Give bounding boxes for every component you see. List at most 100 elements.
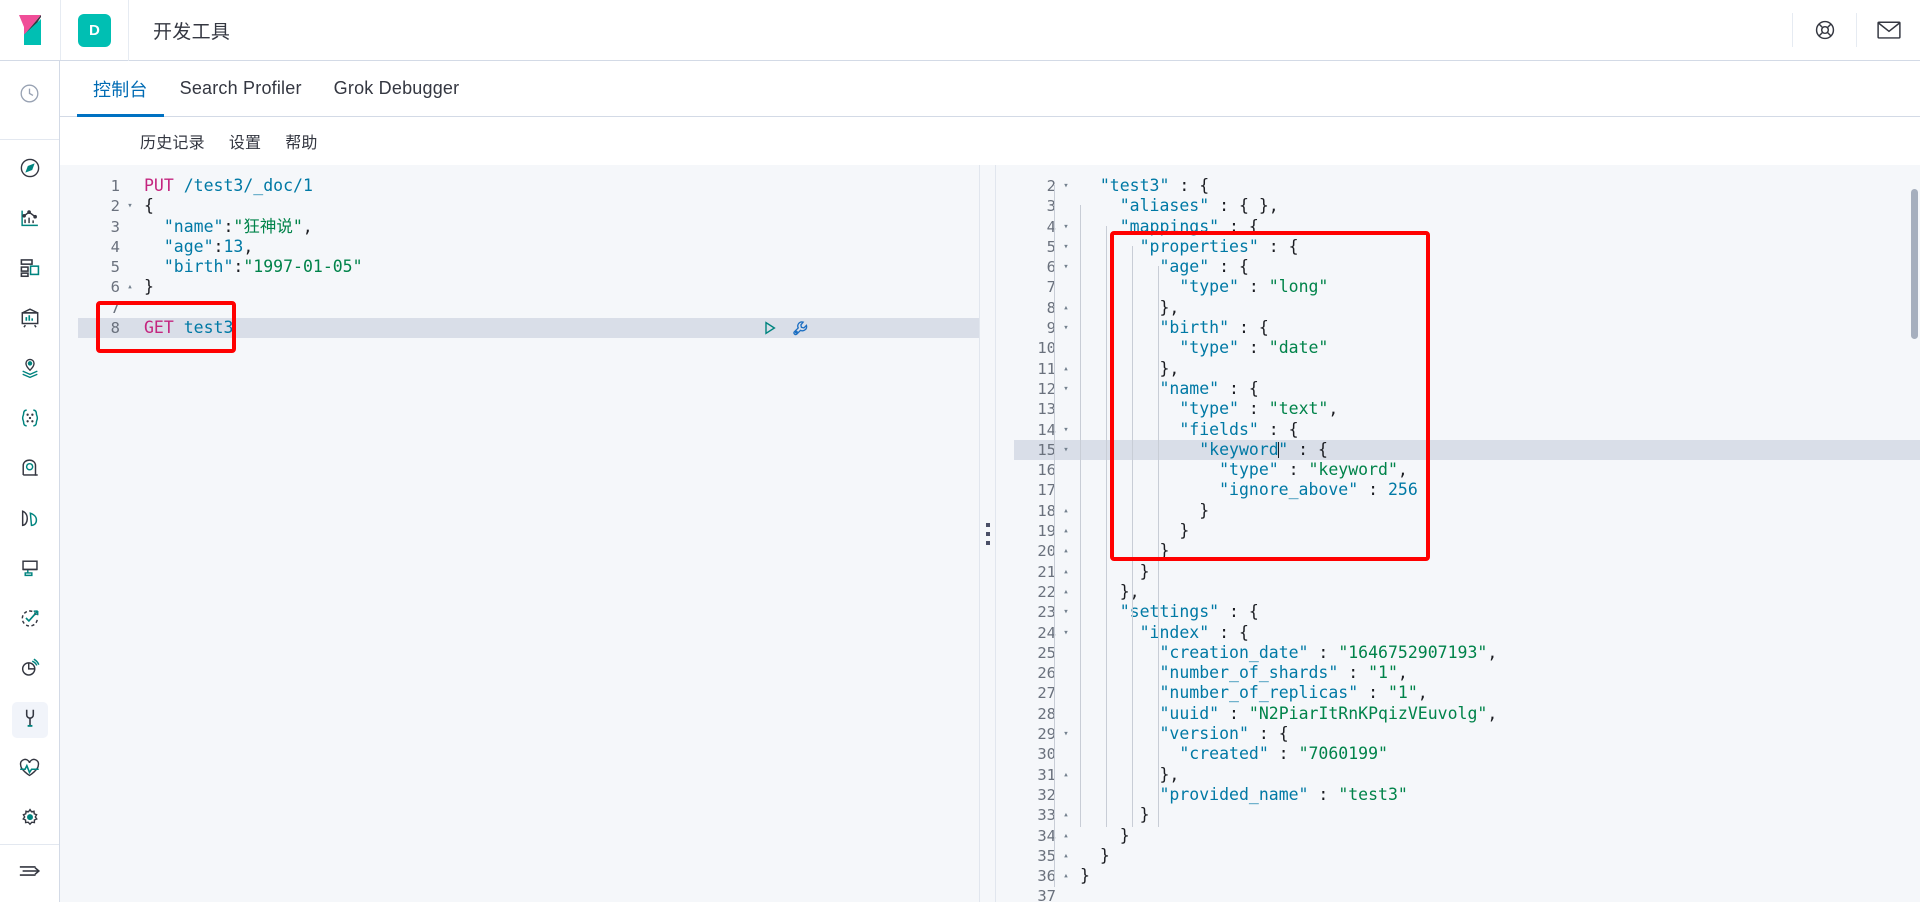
bar-chart-icon xyxy=(19,207,41,234)
fold-toggle-icon[interactable]: ▾ xyxy=(1058,440,1074,460)
fold-toggle-icon[interactable]: ▴ xyxy=(1058,805,1074,825)
code-token: : xyxy=(1238,277,1269,297)
mail-icon[interactable] xyxy=(1857,0,1920,61)
code-line: 29 ▾ "version" : { xyxy=(1014,724,1920,744)
sidebar-item-dashboard[interactable] xyxy=(12,252,48,288)
line-number: 10 xyxy=(1037,339,1056,358)
fold-toggle-icon[interactable]: ▾ xyxy=(1058,237,1074,257)
pane-resize-handle[interactable] xyxy=(980,165,996,902)
help-icon[interactable] xyxy=(1793,0,1856,61)
line-number: 27 xyxy=(1037,684,1056,703)
fold-toggle-icon[interactable]: ▾ xyxy=(1058,602,1074,622)
code-token: : xyxy=(1238,399,1269,419)
fold-toggle-icon[interactable]: ▴ xyxy=(1058,359,1074,379)
fold-toggle-icon[interactable]: ▴ xyxy=(1058,521,1074,541)
line-number: 3 xyxy=(110,217,120,236)
line-number: 6 xyxy=(1046,258,1056,277)
sidebar-item-machine-learning[interactable] xyxy=(12,402,48,438)
request-code-lines[interactable]: 1 PUT /test3/_doc/1 2 ▾{3 "name":"狂神说", 4 "a… xyxy=(60,165,979,339)
code-token: : xyxy=(1358,683,1388,703)
code-text: "creation_date" : "1646752907193", xyxy=(1074,643,1497,663)
line-number: 4 xyxy=(1046,217,1056,236)
code-text: } xyxy=(138,277,154,297)
code-line: 17 "ignore_above" : 256 xyxy=(1014,480,1920,500)
code-line: 15 ▾ "keyword" : { xyxy=(1014,439,1920,461)
sidebar-item-discover[interactable] xyxy=(12,152,48,188)
machine-learning-icon xyxy=(19,407,41,434)
rail-items xyxy=(0,140,59,852)
fold-toggle-icon[interactable]: ▴ xyxy=(1058,501,1074,521)
fold-toggle-icon[interactable]: ▴ xyxy=(1058,562,1074,582)
sidebar-item-visualize[interactable] xyxy=(12,202,48,238)
play-triangle-icon[interactable] xyxy=(762,320,778,336)
line-number: 29 xyxy=(1037,725,1056,744)
response-scrollbar[interactable] xyxy=(1911,165,1918,902)
sidebar-item-apm[interactable] xyxy=(12,552,48,588)
sidebar-item-maps[interactable] xyxy=(12,352,48,388)
fold-toggle-icon[interactable]: ▴ xyxy=(1058,846,1074,866)
code-token: "1646752907193" xyxy=(1338,642,1488,662)
wrench-tool-icon[interactable] xyxy=(792,320,809,337)
sidebar-item-security[interactable] xyxy=(12,652,48,688)
sidebar-item-logs[interactable] xyxy=(12,452,48,488)
kibana-logo[interactable] xyxy=(0,0,61,60)
response-scrollbar-thumb[interactable] xyxy=(1911,189,1918,339)
fold-toggle-icon[interactable]: ▾ xyxy=(1058,724,1074,744)
subnav-help[interactable]: 帮助 xyxy=(285,129,317,153)
console-subnav: 历史记录 设置 帮助 xyxy=(60,117,1920,165)
response-editor-pane[interactable]: 2 ▾ "test3" : {3 "aliases" : { }, 4 ▾ "mapp… xyxy=(996,165,1920,902)
code-token: { xyxy=(144,196,154,216)
nav-collapse-button[interactable] xyxy=(0,844,59,902)
code-token: : xyxy=(1338,663,1369,683)
fold-toggle-icon[interactable]: ▴ xyxy=(1058,298,1074,318)
line-number: 14 xyxy=(1037,420,1056,439)
tab-grok-debugger[interactable]: Grok Debugger xyxy=(318,61,476,116)
fold-toggle-icon[interactable]: ▴ xyxy=(1058,541,1074,561)
fold-toggle-icon[interactable]: ▴ xyxy=(1058,765,1074,785)
code-text: } xyxy=(1074,846,1110,866)
code-token: } xyxy=(1159,541,1170,561)
fold-toggle-icon[interactable]: ▾ xyxy=(1058,379,1074,399)
subnav-settings[interactable]: 设置 xyxy=(229,129,261,153)
line-number: 18 xyxy=(1037,501,1056,520)
fold-toggle-icon[interactable]: ▾ xyxy=(122,196,138,216)
space-avatar[interactable]: D xyxy=(78,13,111,47)
fold-toggle-icon[interactable]: ▴ xyxy=(122,277,138,297)
fold-toggle-icon[interactable]: ▴ xyxy=(1058,826,1074,846)
code-token: , xyxy=(1397,460,1408,480)
sidebar-item-metrics[interactable] xyxy=(12,502,48,538)
fold-toggle-icon[interactable]: ▾ xyxy=(1058,318,1074,338)
fold-toggle-icon[interactable]: ▾ xyxy=(1058,623,1074,643)
code-token: "version" xyxy=(1159,724,1249,744)
sidebar-item-dev-tools[interactable] xyxy=(11,702,48,738)
code-token: : xyxy=(1268,744,1299,764)
code-token: "ignore_above" xyxy=(1219,480,1359,500)
fold-toggle-icon[interactable]: ▴ xyxy=(1058,866,1074,886)
fold-toggle-icon[interactable]: ▾ xyxy=(1058,217,1074,237)
tab-search-profiler[interactable]: Search Profiler xyxy=(164,61,318,116)
sidebar-item-stack-monitoring[interactable] xyxy=(12,752,48,788)
space-avatar-wrap[interactable]: D xyxy=(61,13,111,47)
fold-toggle-icon[interactable]: ▾ xyxy=(1058,176,1074,196)
sidebar-item-canvas[interactable] xyxy=(12,302,48,338)
code-token: , xyxy=(1417,683,1428,703)
code-line: 18 ▴ } xyxy=(1014,501,1920,521)
code-line: 20 ▴ } xyxy=(1014,541,1920,561)
code-token: : { xyxy=(1209,622,1249,642)
fold-toggle-icon[interactable]: ▾ xyxy=(1058,420,1074,440)
line-number: 13 xyxy=(1037,400,1056,419)
clock-icon[interactable] xyxy=(12,75,48,111)
sidebar-item-uptime[interactable] xyxy=(12,602,48,638)
line-number: 28 xyxy=(1037,704,1056,723)
code-line: 31 ▴ }, xyxy=(1014,765,1920,785)
subnav-history[interactable]: 历史记录 xyxy=(140,129,205,153)
request-editor-pane[interactable]: 1 PUT /test3/_doc/1 2 ▾{3 "name":"狂神说", 4 "a… xyxy=(60,165,980,902)
fold-toggle-icon[interactable]: ▾ xyxy=(1058,257,1074,277)
line-number: 37 xyxy=(1037,887,1056,902)
fold-toggle-icon[interactable]: ▴ xyxy=(1058,582,1074,602)
code-token: , xyxy=(1487,642,1498,662)
sidebar-item-stack-management[interactable] xyxy=(12,802,48,838)
code-token: : { xyxy=(1209,257,1249,277)
tab-console[interactable]: 控制台 xyxy=(77,61,164,117)
code-line: 14 ▾ "fields" : { xyxy=(1014,420,1920,440)
